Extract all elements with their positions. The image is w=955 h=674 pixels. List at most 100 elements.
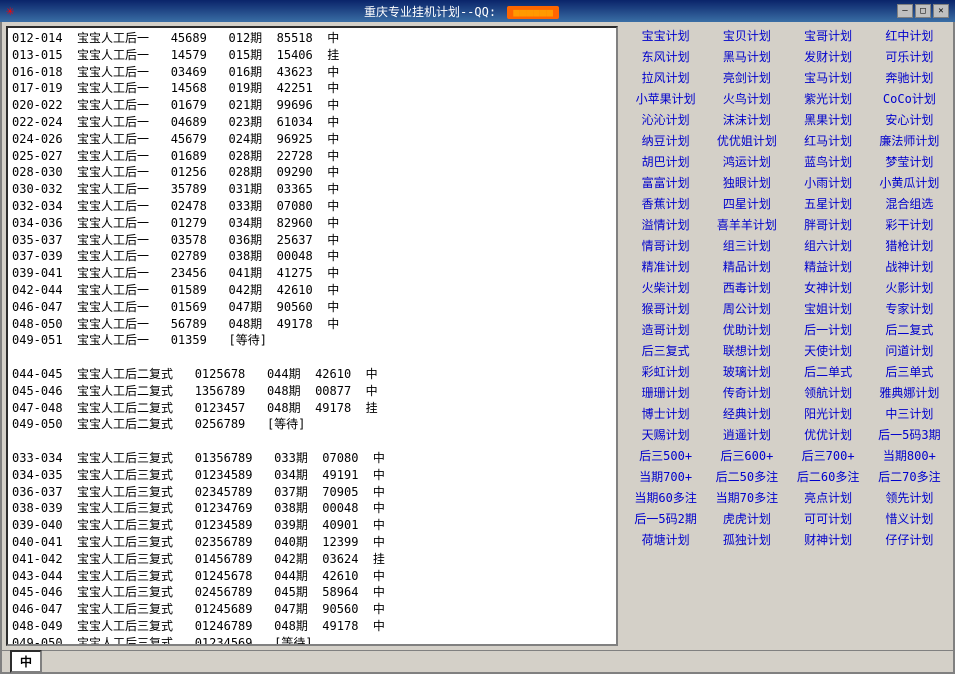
plan-link-10-1[interactable]: 组三计划 [707,236,786,255]
plan-link-5-2[interactable]: 红马计划 [789,131,868,150]
plan-link-4-2[interactable]: 黑果计划 [789,110,868,129]
plan-link-19-0[interactable]: 天赐计划 [626,425,705,444]
plan-link-14-0[interactable]: 造哥计划 [626,320,705,339]
plan-link-23-1[interactable]: 虎虎计划 [707,509,786,528]
plan-link-23-2[interactable]: 可可计划 [789,509,868,528]
plan-link-20-0[interactable]: 后三500+ [626,446,705,465]
plan-link-7-2[interactable]: 小雨计划 [789,173,868,192]
plan-link-12-3[interactable]: 火影计划 [870,278,949,297]
plan-link-12-2[interactable]: 女神计划 [789,278,868,297]
plan-link-16-0[interactable]: 彩虹计划 [626,362,705,381]
plan-link-10-0[interactable]: 情哥计划 [626,236,705,255]
plan-link-9-0[interactable]: 溢情计划 [626,215,705,234]
plan-link-22-1[interactable]: 当期70多注 [707,488,786,507]
plan-link-8-1[interactable]: 四星计划 [707,194,786,213]
plan-link-0-0[interactable]: 宝宝计划 [626,26,705,45]
plan-link-12-0[interactable]: 火柴计划 [626,278,705,297]
plan-link-19-2[interactable]: 优优计划 [789,425,868,444]
plan-link-1-2[interactable]: 发财计划 [789,47,868,66]
plan-link-7-0[interactable]: 富富计划 [626,173,705,192]
close-button[interactable]: ✕ [933,4,949,18]
plan-link-18-3[interactable]: 中三计划 [870,404,949,423]
plan-link-24-1[interactable]: 孤独计划 [707,530,786,549]
plan-link-0-1[interactable]: 宝贝计划 [707,26,786,45]
plan-link-14-1[interactable]: 优助计划 [707,320,786,339]
plan-link-16-1[interactable]: 玻璃计划 [707,362,786,381]
plan-link-8-0[interactable]: 香蕉计划 [626,194,705,213]
plan-link-3-0[interactable]: 小苹果计划 [626,89,705,108]
plan-link-2-1[interactable]: 亮剑计划 [707,68,786,87]
plan-link-7-1[interactable]: 独眼计划 [707,173,786,192]
plan-link-8-3[interactable]: 混合组选 [870,194,949,213]
plan-link-13-0[interactable]: 猴哥计划 [626,299,705,318]
plan-link-2-2[interactable]: 宝马计划 [789,68,868,87]
plan-link-7-3[interactable]: 小黄瓜计划 [870,173,949,192]
plan-link-17-1[interactable]: 传奇计划 [707,383,786,402]
plan-link-17-2[interactable]: 领航计划 [789,383,868,402]
plan-link-1-1[interactable]: 黑马计划 [707,47,786,66]
plan-link-13-1[interactable]: 周公计划 [707,299,786,318]
plan-link-14-3[interactable]: 后二复式 [870,320,949,339]
plan-link-15-1[interactable]: 联想计划 [707,341,786,360]
plan-link-18-0[interactable]: 博士计划 [626,404,705,423]
plan-link-11-2[interactable]: 精益计划 [789,257,868,276]
plan-link-4-0[interactable]: 沁沁计划 [626,110,705,129]
maximize-button[interactable]: □ [915,4,931,18]
plan-link-13-3[interactable]: 专家计划 [870,299,949,318]
plan-link-11-0[interactable]: 精准计划 [626,257,705,276]
plan-link-10-3[interactable]: 猎枪计划 [870,236,949,255]
plan-link-3-2[interactable]: 紫光计划 [789,89,868,108]
plan-link-24-0[interactable]: 荷塘计划 [626,530,705,549]
plan-link-17-0[interactable]: 珊珊计划 [626,383,705,402]
plan-link-5-3[interactable]: 廉法师计划 [870,131,949,150]
plan-link-13-2[interactable]: 宝姐计划 [789,299,868,318]
plan-link-9-1[interactable]: 喜羊羊计划 [707,215,786,234]
plan-link-21-1[interactable]: 后二50多注 [707,467,786,486]
plan-link-15-2[interactable]: 天使计划 [789,341,868,360]
plan-link-4-3[interactable]: 安心计划 [870,110,949,129]
plan-link-6-3[interactable]: 梦莹计划 [870,152,949,171]
plan-link-0-3[interactable]: 红中计划 [870,26,949,45]
plan-link-2-0[interactable]: 拉风计划 [626,68,705,87]
plan-link-17-3[interactable]: 雅典娜计划 [870,383,949,402]
plan-link-23-0[interactable]: 后一5码2期 [626,509,705,528]
plan-link-5-1[interactable]: 优优姐计划 [707,131,786,150]
plan-link-24-3[interactable]: 仔仔计划 [870,530,949,549]
plan-link-5-0[interactable]: 纳豆计划 [626,131,705,150]
plan-link-2-3[interactable]: 奔驰计划 [870,68,949,87]
plan-link-18-2[interactable]: 阳光计划 [789,404,868,423]
plan-link-19-3[interactable]: 后一5码3期 [870,425,949,444]
plan-link-18-1[interactable]: 经典计划 [707,404,786,423]
plan-link-8-2[interactable]: 五星计划 [789,194,868,213]
plan-link-3-1[interactable]: 火鸟计划 [707,89,786,108]
plan-link-6-0[interactable]: 胡巴计划 [626,152,705,171]
plan-link-1-3[interactable]: 可乐计划 [870,47,949,66]
plan-link-20-3[interactable]: 当期800+ [870,446,949,465]
plan-link-19-1[interactable]: 逍遥计划 [707,425,786,444]
plan-link-22-2[interactable]: 亮点计划 [789,488,868,507]
minimize-button[interactable]: — [897,4,913,18]
plan-link-1-0[interactable]: 东风计划 [626,47,705,66]
plan-link-12-1[interactable]: 西毒计划 [707,278,786,297]
plan-link-20-2[interactable]: 后三700+ [789,446,868,465]
plan-link-21-3[interactable]: 后二70多注 [870,467,949,486]
plan-link-20-1[interactable]: 后三600+ [707,446,786,465]
plan-link-3-3[interactable]: CoCo计划 [870,89,949,108]
plan-link-23-3[interactable]: 惜义计划 [870,509,949,528]
plan-link-16-2[interactable]: 后二单式 [789,362,868,381]
plan-link-9-3[interactable]: 彩干计划 [870,215,949,234]
plan-link-21-2[interactable]: 后二60多注 [789,467,868,486]
plan-link-11-1[interactable]: 精品计划 [707,257,786,276]
plan-link-11-3[interactable]: 战神计划 [870,257,949,276]
plan-link-14-2[interactable]: 后一计划 [789,320,868,339]
plan-link-0-2[interactable]: 宝哥计划 [789,26,868,45]
plan-link-16-3[interactable]: 后三单式 [870,362,949,381]
plan-link-4-1[interactable]: 沫沫计划 [707,110,786,129]
left-text-panel[interactable]: 012-014 宝宝人工后一 45689 012期 85518 中 013-01… [6,26,618,646]
plan-link-6-2[interactable]: 蓝鸟计划 [789,152,868,171]
plan-link-10-2[interactable]: 组六计划 [789,236,868,255]
plan-link-24-2[interactable]: 财神计划 [789,530,868,549]
plan-link-21-0[interactable]: 当期700+ [626,467,705,486]
plan-link-22-0[interactable]: 当期60多注 [626,488,705,507]
plan-link-6-1[interactable]: 鸿运计划 [707,152,786,171]
